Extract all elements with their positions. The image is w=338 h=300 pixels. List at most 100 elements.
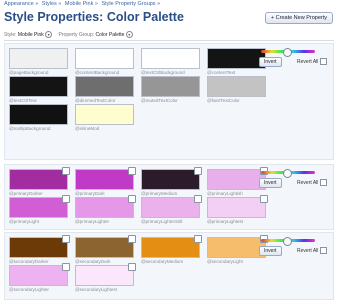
chevron-down-icon[interactable]: ▾ (45, 31, 53, 38)
hue-slider-handle[interactable] (282, 169, 292, 178)
color-swatch[interactable]: @faintTextColor (207, 76, 266, 103)
color-swatch-label: @secondaryLight (207, 259, 243, 264)
color-swatch[interactable]: @inlineMod (75, 104, 134, 131)
invert-button[interactable]: Invert (259, 246, 282, 256)
hue-slider[interactable] (259, 48, 327, 57)
color-swatch[interactable]: @primaryDarker (9, 167, 70, 196)
color-swatch-box[interactable] (9, 76, 68, 97)
chevron-down-icon[interactable]: ▾ (125, 31, 133, 38)
swatch-checkbox[interactable] (62, 195, 70, 203)
color-swatch[interactable]: @contentText (207, 48, 266, 75)
revert-all-label: Revert All (297, 179, 319, 186)
palette-section: @secondaryDarker @secondaryDark @secondary… (4, 232, 334, 300)
color-swatch-box[interactable] (207, 76, 266, 97)
revert-all-toggle[interactable]: Revert All (297, 58, 328, 65)
property-group-filter-value[interactable]: Color Palette (96, 32, 125, 38)
color-swatch-box[interactable] (141, 237, 200, 258)
color-swatch-box[interactable] (141, 76, 200, 97)
color-swatch[interactable]: @primaryLighterStill (141, 195, 202, 224)
swatch-checkbox[interactable] (128, 167, 136, 175)
color-swatch-box[interactable] (75, 265, 134, 286)
color-swatch[interactable]: @tooltipBackground (9, 104, 68, 131)
swatch-checkbox[interactable] (62, 167, 70, 175)
color-swatch-box[interactable] (9, 169, 68, 190)
color-swatch[interactable]: @secondaryDark (75, 235, 136, 264)
color-swatch[interactable]: @primaryLightest (207, 195, 268, 224)
swatch-checkbox[interactable] (194, 235, 202, 243)
color-swatch-box[interactable] (207, 48, 266, 69)
color-swatch-box[interactable] (75, 169, 134, 190)
color-swatch-label: @primaryLightish (207, 191, 243, 196)
color-swatch[interactable]: @primaryLighter (75, 195, 136, 224)
swatch-checkbox[interactable] (260, 195, 268, 203)
color-swatch-box[interactable] (75, 197, 134, 218)
color-swatch-box[interactable] (75, 76, 134, 97)
revert-all-checkbox[interactable] (320, 58, 328, 65)
color-swatch-box[interactable] (9, 104, 68, 125)
section-actions: Invert Revert All (259, 178, 328, 188)
color-swatch[interactable]: @primaryMedium (141, 167, 202, 196)
revert-all-toggle[interactable]: Revert All (297, 179, 328, 186)
color-swatch-label: @primaryDarker (9, 191, 43, 196)
breadcrumb-link-style-property-groups[interactable]: Style Property Groups » (101, 1, 160, 7)
swatch-checkbox[interactable] (194, 167, 202, 175)
divider (4, 40, 334, 41)
color-swatch-box[interactable] (141, 48, 200, 69)
hue-slider[interactable] (259, 169, 327, 178)
section-tools: Invert Revert All (259, 237, 328, 256)
revert-all-checkbox[interactable] (320, 247, 328, 254)
color-swatch[interactable]: @primaryLightish (207, 167, 268, 196)
color-swatch[interactable]: @mutedTextColor (141, 76, 200, 103)
revert-all-label: Revert All (297, 247, 319, 254)
color-swatch-box[interactable] (75, 104, 134, 125)
color-swatch[interactable]: @secondaryLight (207, 235, 268, 264)
revert-all-checkbox[interactable] (320, 179, 328, 186)
breadcrumb-link-mobile-pink[interactable]: Mobile Pink » (65, 1, 98, 7)
color-swatch-box[interactable] (9, 237, 68, 258)
color-swatch-box[interactable] (9, 48, 68, 69)
style-filter-value[interactable]: Mobile Pink (18, 32, 44, 38)
color-swatch-label: @faintTextColor (207, 98, 240, 103)
color-swatch[interactable]: @pageBackground (9, 48, 68, 75)
color-swatch-box[interactable] (9, 265, 68, 286)
palette-section: @pageBackground @contentBackground @textCt… (4, 43, 334, 160)
revert-all-toggle[interactable]: Revert All (297, 247, 328, 254)
color-swatch-box[interactable] (207, 237, 266, 258)
color-swatch-label: @primaryLighterStill (141, 219, 183, 224)
swatch-checkbox[interactable] (128, 235, 136, 243)
color-swatch-box[interactable] (75, 237, 134, 258)
swatch-checkbox[interactable] (62, 235, 70, 243)
color-swatch-box[interactable] (141, 169, 200, 190)
breadcrumb-link-appearance[interactable]: Appearance » (4, 1, 38, 7)
color-swatch-box[interactable] (207, 169, 266, 190)
color-swatch[interactable]: @contentBackground (75, 48, 134, 75)
hue-slider-handle[interactable] (282, 237, 292, 246)
breadcrumb-link-styles[interactable]: Styles » (42, 1, 62, 7)
section-actions: Invert Revert All (259, 57, 328, 67)
color-swatch[interactable]: @secondaryLighter (9, 263, 70, 292)
color-swatch[interactable]: @secondaryMedium (141, 235, 202, 264)
color-swatch[interactable]: @textCtrlBackground (141, 48, 200, 75)
invert-button[interactable]: Invert (259, 57, 282, 67)
hue-slider-handle[interactable] (282, 48, 292, 57)
color-swatch[interactable]: @textCtrlText (9, 76, 68, 103)
swatch-checkbox[interactable] (128, 195, 136, 203)
color-swatch-label: @secondaryDarker (9, 259, 49, 264)
color-swatch-label: @primaryMedium (141, 191, 178, 196)
color-swatch[interactable]: @secondaryLightest (75, 263, 136, 292)
swatch-checkbox[interactable] (62, 263, 70, 271)
color-swatch-box[interactable] (207, 197, 266, 218)
color-swatch-box[interactable] (75, 48, 134, 69)
color-swatch[interactable]: @primaryLight (9, 195, 70, 224)
invert-button[interactable]: Invert (259, 178, 282, 188)
color-swatch[interactable]: @secondaryDarker (9, 235, 70, 264)
create-new-property-button[interactable]: + Create New Property (264, 12, 333, 24)
swatch-checkbox[interactable] (194, 195, 202, 203)
color-swatch[interactable]: @dimmedTextColor (75, 76, 134, 103)
hue-slider[interactable] (259, 237, 327, 246)
section-tools: Invert Revert All (259, 169, 328, 188)
color-swatch-box[interactable] (9, 197, 68, 218)
color-swatch[interactable]: @primaryDark (75, 167, 136, 196)
color-swatch-box[interactable] (141, 197, 200, 218)
swatch-checkbox[interactable] (128, 263, 136, 271)
